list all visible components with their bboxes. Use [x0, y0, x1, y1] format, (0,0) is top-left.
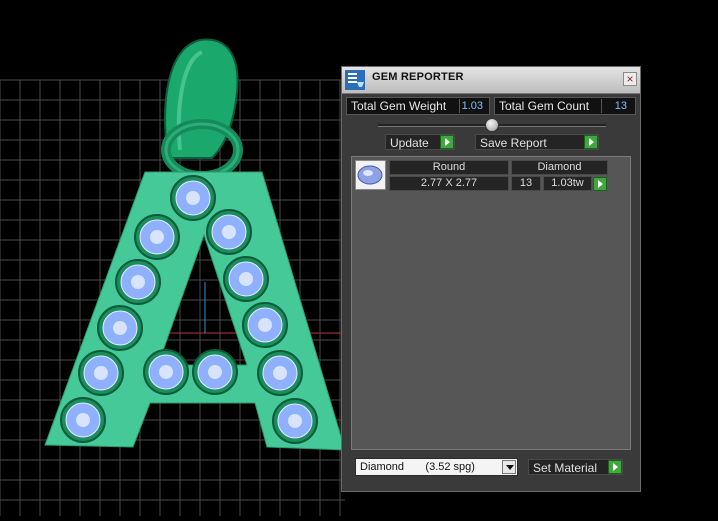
- gem-facet-highlight: [131, 275, 145, 289]
- gem-facet-highlight: [258, 318, 272, 332]
- panel-titlebar[interactable]: GEM REPORTER ×: [342, 67, 640, 94]
- total-gem-count-value: 13: [614, 100, 627, 112]
- material-select-value: Diamond (3.52 spg): [360, 461, 475, 473]
- close-button[interactable]: ×: [623, 72, 637, 86]
- total-gem-weight-label: Total Gem Weight: [351, 99, 447, 113]
- gem-facet-highlight: [208, 365, 222, 379]
- update-button[interactable]: Update: [385, 134, 455, 150]
- gem-shape-cell: Round: [389, 160, 509, 175]
- total-gem-weight-value: 1.03: [461, 100, 483, 112]
- gem-facet-highlight: [239, 272, 253, 286]
- round-gem-icon: [357, 165, 383, 185]
- play-arrow-icon[interactable]: [608, 460, 622, 474]
- gem-size-cell: 2.77 X 2.77: [389, 176, 509, 191]
- gem-reporter-panel: GEM REPORTER × Total Gem Weight 1.03 Tot…: [341, 66, 641, 492]
- gem-facet-highlight: [222, 225, 236, 239]
- gem-count-cell: 13: [511, 176, 541, 191]
- total-gem-count-label: Total Gem Count: [499, 99, 590, 113]
- material-select[interactable]: Diamond (3.52 spg): [355, 458, 518, 476]
- gem-facet-highlight: [150, 230, 164, 244]
- panel-title: GEM REPORTER: [372, 71, 464, 83]
- gem-material-cell: Diamond: [511, 160, 608, 175]
- gem-thumbnail: [355, 160, 386, 190]
- chevron-down-icon[interactable]: [502, 460, 516, 474]
- save-report-button[interactable]: Save Report: [475, 134, 599, 150]
- play-arrow-icon[interactable]: [584, 135, 598, 149]
- set-material-button-label: Set Material: [533, 461, 598, 475]
- gem-facet-highlight: [273, 366, 287, 380]
- gem-facet-highlight: [186, 191, 200, 205]
- gem-facet-highlight: [76, 413, 90, 427]
- gem-facet-highlight: [288, 414, 302, 428]
- save-report-button-label: Save Report: [480, 136, 547, 150]
- play-arrow-icon[interactable]: [593, 177, 607, 191]
- gem-facet-highlight: [94, 366, 108, 380]
- update-button-label: Update: [390, 136, 429, 150]
- gem-reporter-app-icon: [345, 70, 365, 90]
- set-material-button[interactable]: Set Material: [528, 459, 623, 475]
- total-gem-count-field: Total Gem Count 13: [494, 97, 636, 115]
- play-arrow-icon[interactable]: [440, 135, 454, 149]
- gem-list[interactable]: Round Diamond 2.77 X 2.77 13 1.03tw: [351, 156, 631, 450]
- panel-divider-knob[interactable]: [485, 118, 499, 132]
- total-gem-weight-field: Total Gem Weight 1.03: [346, 97, 490, 115]
- gem-facet-highlight: [159, 365, 173, 379]
- gem-weight-cell: 1.03tw: [543, 176, 592, 191]
- gem-facet-highlight: [113, 321, 127, 335]
